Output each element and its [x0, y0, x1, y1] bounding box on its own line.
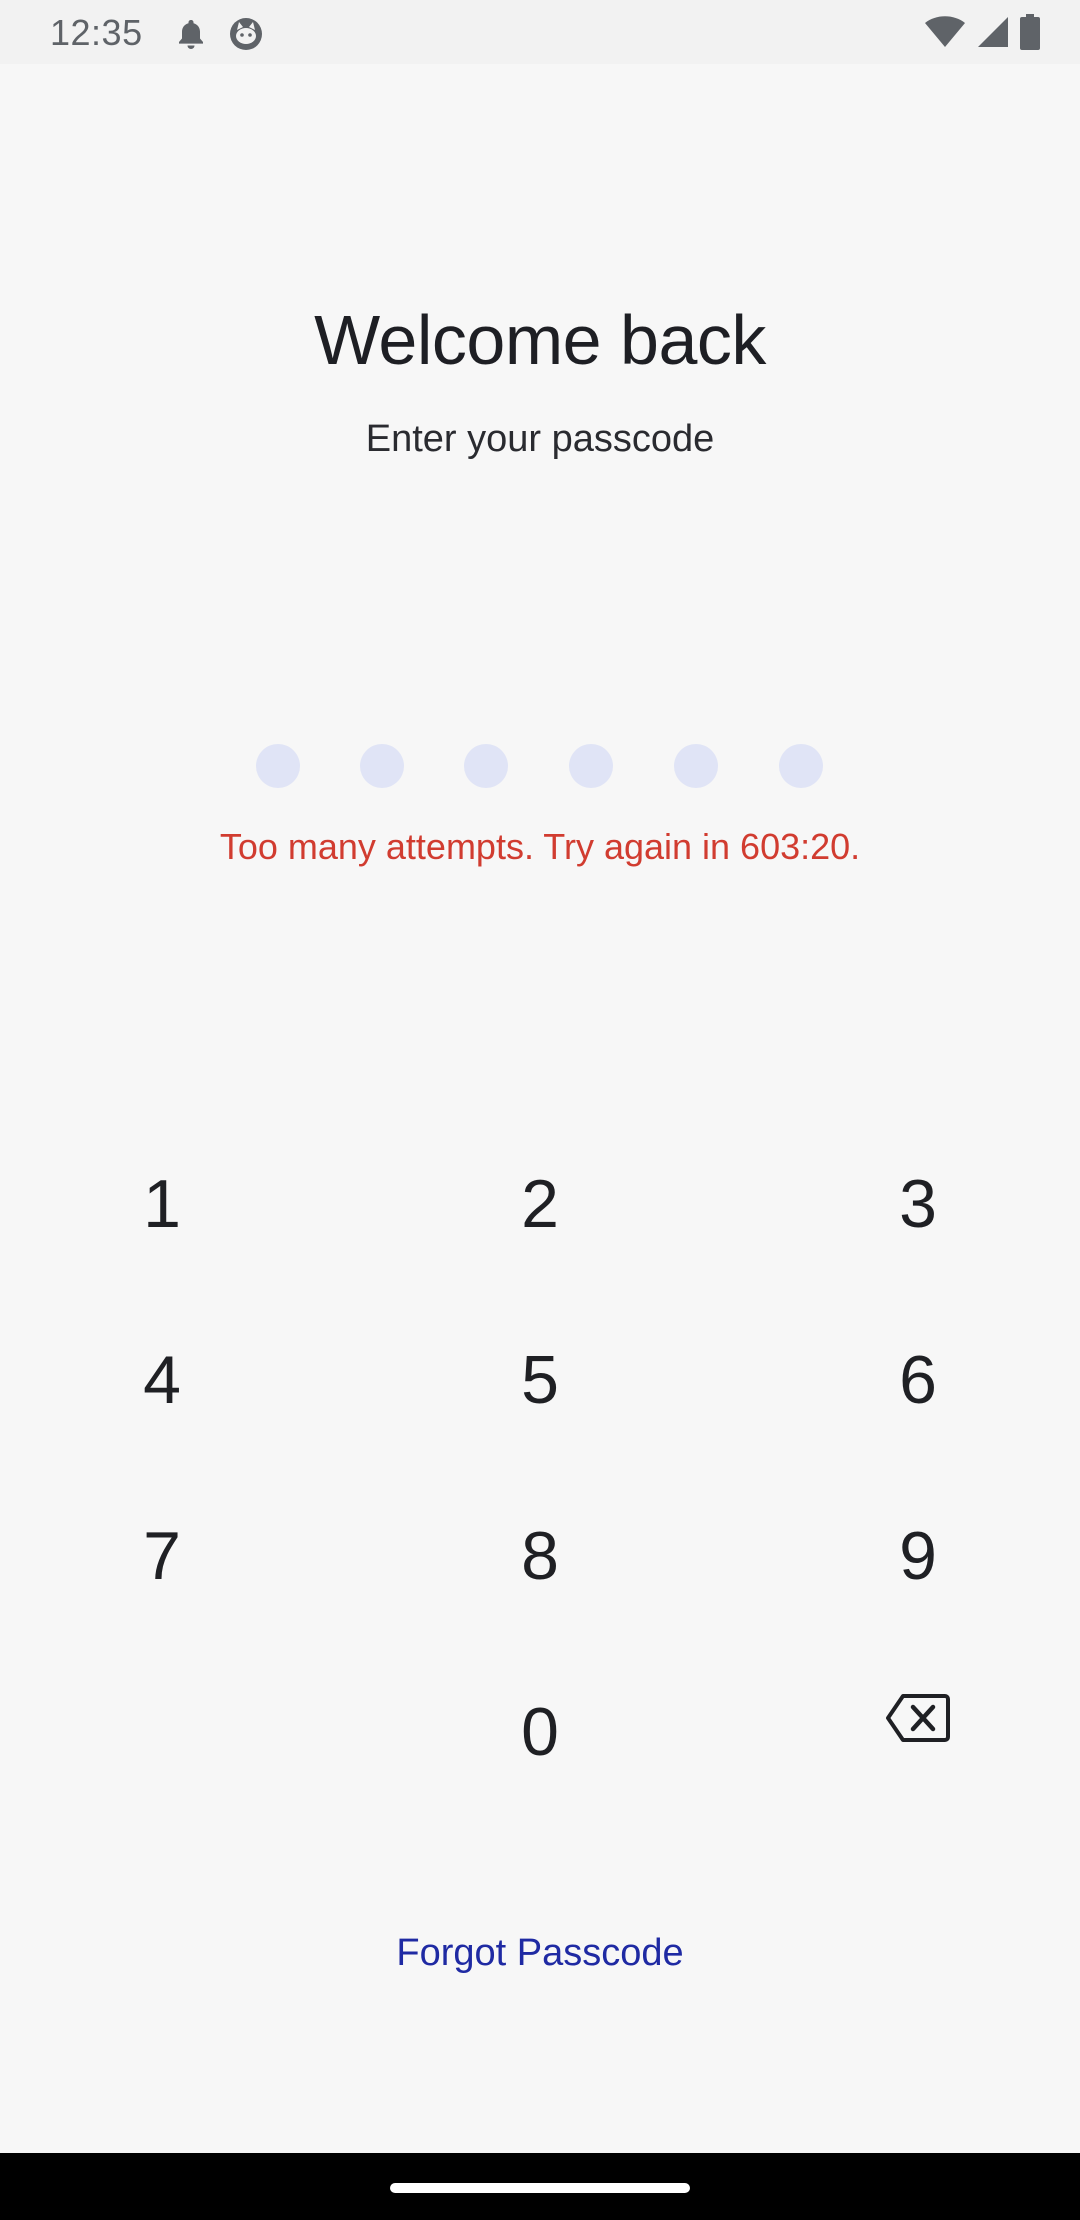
- backspace-button[interactable]: [818, 1645, 1018, 1795]
- backspace-icon: [885, 1681, 951, 1759]
- page-subtitle: Enter your passcode: [365, 418, 715, 460]
- page-title: Welcome back: [314, 301, 766, 379]
- passcode-dot: [569, 744, 613, 788]
- status-right-icons: [924, 14, 1040, 55]
- battery-icon: [1020, 14, 1040, 55]
- passcode-dot: [674, 744, 718, 788]
- key-0[interactable]: 0: [440, 1657, 640, 1807]
- passcode-dot: [256, 744, 300, 788]
- navigation-bar: [0, 2153, 1080, 2220]
- key-9[interactable]: 9: [818, 1481, 1018, 1631]
- bell-icon: [176, 18, 206, 55]
- status-bar: 12:35: [0, 0, 1080, 64]
- passcode-dots: [256, 744, 824, 788]
- passcode-dot: [779, 744, 823, 788]
- passcode-dot: [464, 744, 508, 788]
- passcode-dot: [360, 744, 404, 788]
- key-1[interactable]: 1: [62, 1129, 262, 1279]
- signal-icon: [976, 15, 1010, 54]
- key-3[interactable]: 3: [818, 1129, 1018, 1279]
- key-7[interactable]: 7: [62, 1481, 262, 1631]
- key-6[interactable]: 6: [818, 1305, 1018, 1455]
- key-2[interactable]: 2: [440, 1129, 640, 1279]
- status-left-icons: [176, 16, 264, 57]
- status-time: 12:35: [50, 12, 143, 53]
- home-handle[interactable]: [390, 2183, 690, 2193]
- key-4[interactable]: 4: [62, 1305, 262, 1455]
- error-message: Too many attempts. Try again in 603:20.: [219, 826, 861, 867]
- key-8[interactable]: 8: [440, 1481, 640, 1631]
- forgot-passcode-link[interactable]: Forgot Passcode: [0, 1932, 1080, 1975]
- key-5[interactable]: 5: [440, 1305, 640, 1455]
- wifi-icon: [924, 15, 966, 54]
- cat-face-icon: [228, 16, 264, 57]
